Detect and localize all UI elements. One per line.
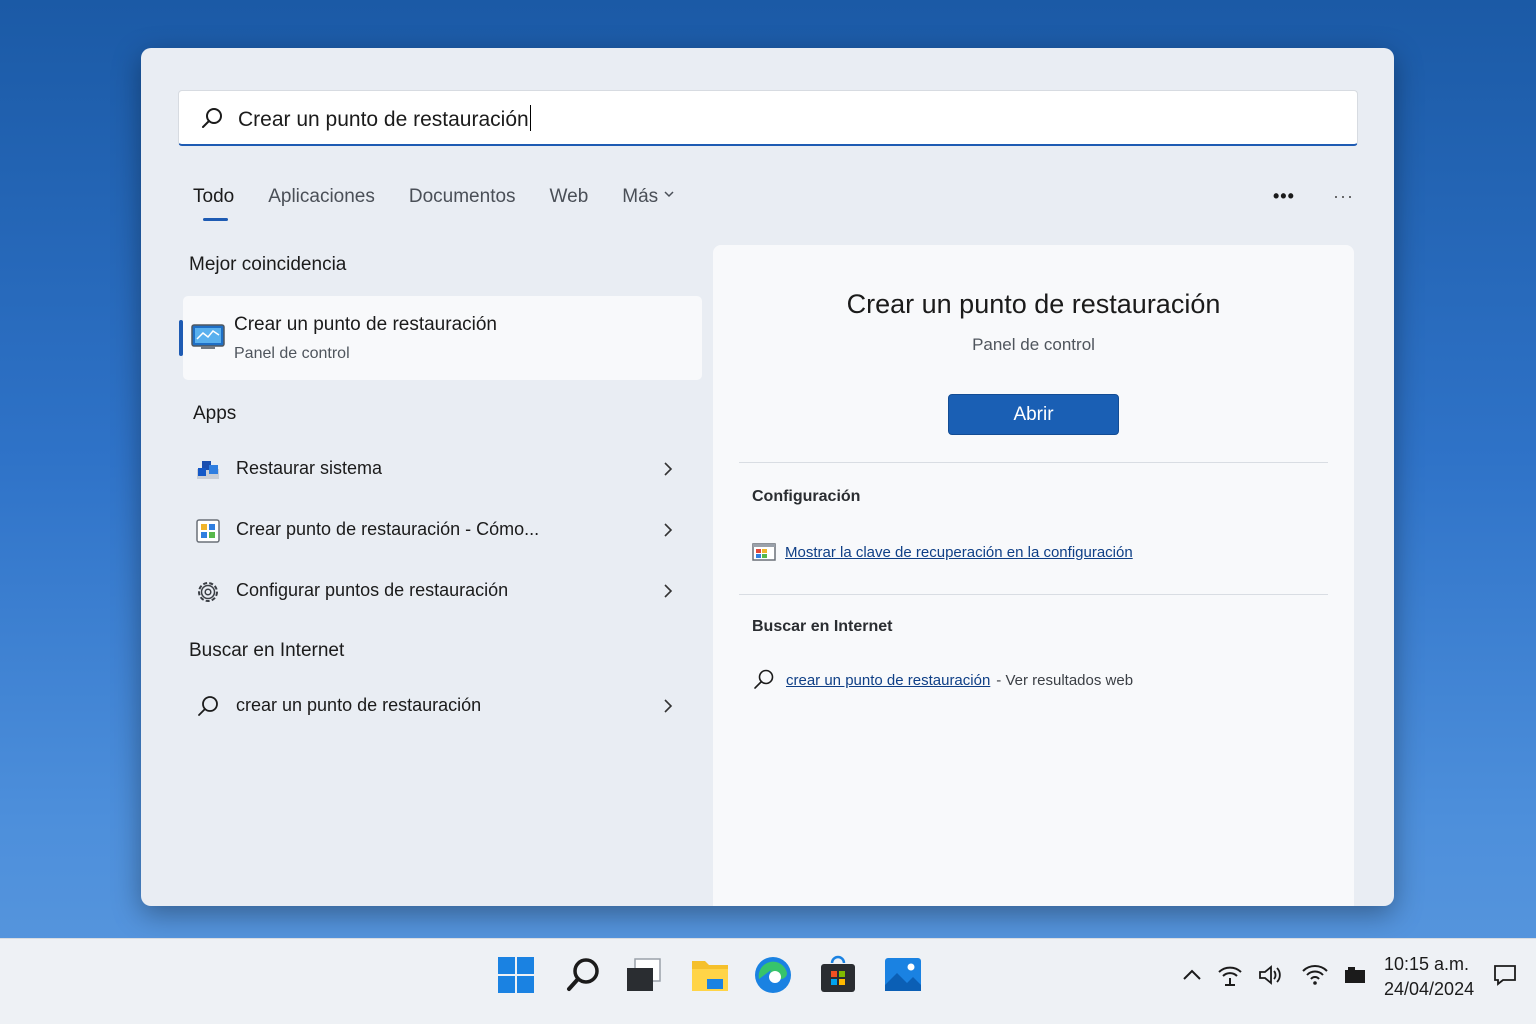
notifications-icon[interactable] <box>1492 963 1518 987</box>
settings-heading: Configuración <box>752 488 861 505</box>
text-caret <box>529 105 531 131</box>
photos-icon[interactable] <box>883 955 923 995</box>
web-search-item[interactable]: crear un punto de restauración <box>189 683 689 729</box>
best-match-subtitle: Panel de control <box>234 345 350 362</box>
file-explorer-icon[interactable] <box>690 955 730 995</box>
preview-title: Crear un punto de restauración <box>846 289 1221 319</box>
clock[interactable]: 10:15 a.m. 24/04/2024 <box>1384 952 1474 1002</box>
tab-aplicaciones[interactable]: Aplicaciones <box>268 186 375 226</box>
search-icon[interactable] <box>564 955 604 995</box>
chevron-right-icon <box>664 462 673 476</box>
chevron-right-icon <box>664 699 673 713</box>
clock-date: 24/04/2024 <box>1384 979 1475 999</box>
tab-label: Web <box>549 186 589 207</box>
app-item-label: Configurar puntos de restauración <box>236 580 509 600</box>
tab-label: Documentos <box>408 186 516 207</box>
tab-web[interactable]: Web <box>550 186 589 226</box>
network-icon[interactable] <box>1217 963 1243 987</box>
chevron-right-icon <box>664 584 673 598</box>
battery-icon[interactable] <box>1342 963 1368 987</box>
preview-web-heading: Buscar en Internet <box>752 618 893 635</box>
web-search-label: crear un punto de restauración <box>236 695 482 715</box>
search-icon <box>202 108 222 128</box>
system-restore-icon <box>197 461 219 479</box>
best-match-title: Crear un punto de restauración <box>234 314 497 335</box>
edge-icon[interactable] <box>753 955 793 995</box>
tab-mas[interactable]: Más <box>622 186 674 226</box>
divider <box>739 594 1328 595</box>
best-match-result[interactable]: Crear un punto de restauración Panel de … <box>179 296 702 380</box>
chevron-down-icon <box>664 191 674 198</box>
task-view-icon[interactable] <box>624 955 664 995</box>
tab-label: Aplicaciones <box>268 186 375 207</box>
app-item-configurar-puntos[interactable]: Configurar puntos de restauración <box>189 568 689 614</box>
web-search-heading: Buscar en Internet <box>189 640 345 661</box>
tab-label: Todo <box>193 186 235 207</box>
selection-indicator <box>179 320 183 356</box>
filter-tabs: Todo Aplicaciones Documentos Web Más <box>193 186 708 226</box>
open-button[interactable]: Abrir <box>948 394 1119 435</box>
app-item-restaurar-sistema[interactable]: Restaurar sistema <box>189 446 689 492</box>
search-window: Crear un punto de restauración Todo Apli… <box>141 48 1394 906</box>
clock-time: 10:15 a.m. <box>1384 954 1470 974</box>
start-icon[interactable] <box>496 955 536 995</box>
preview-pane: Crear un punto de restauración Panel de … <box>713 245 1354 906</box>
taskbar: 10:15 a.m. 24/04/2024 <box>0 938 1536 1024</box>
chevron-up-icon[interactable] <box>1179 963 1205 987</box>
overflow-menu-button[interactable]: ··· <box>1333 186 1354 207</box>
best-match-heading: Mejor coincidencia <box>189 254 347 275</box>
more-options-button[interactable]: ••• <box>1273 186 1295 207</box>
preview-subtitle: Panel de control <box>972 335 1095 354</box>
settings-link-row: Mostrar la clave de recuperación en la c… <box>752 542 1133 562</box>
tab-todo[interactable]: Todo <box>193 186 234 226</box>
web-result-row: crear un punto de restauración - Ver res… <box>752 668 1133 692</box>
app-item-crear-punto-como[interactable]: Crear punto de restauración - Cómo... <box>189 507 689 553</box>
volume-icon[interactable] <box>1257 963 1283 987</box>
recovery-key-link[interactable]: Mostrar la clave de recuperación en la c… <box>785 544 1133 561</box>
search-icon <box>198 696 218 716</box>
help-page-icon <box>196 519 220 543</box>
control-panel-icon <box>191 324 225 349</box>
search-input[interactable]: Crear un punto de restauración <box>178 90 1358 146</box>
app-item-label: Restaurar sistema <box>236 458 383 478</box>
apps-heading: Apps <box>193 403 237 424</box>
search-input-value: Crear un punto de restauración <box>238 108 529 131</box>
wifi-icon[interactable] <box>1302 963 1328 987</box>
tab-label: Más <box>622 186 659 207</box>
divider <box>739 462 1328 463</box>
store-icon[interactable] <box>818 955 858 995</box>
chevron-right-icon <box>664 523 673 537</box>
tab-documentos[interactable]: Documentos <box>409 186 516 226</box>
web-result-suffix: - Ver resultados web <box>996 671 1134 689</box>
web-result-link[interactable]: crear un punto de restauración <box>786 672 990 689</box>
gear-icon <box>198 582 218 602</box>
search-icon <box>754 669 774 689</box>
app-item-label: Crear punto de restauración - Cómo... <box>236 519 540 539</box>
settings-page-icon <box>752 543 776 561</box>
